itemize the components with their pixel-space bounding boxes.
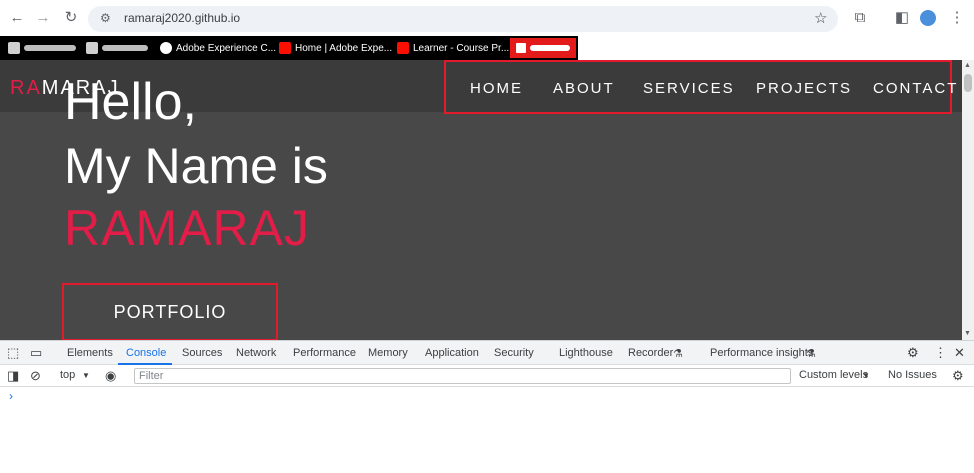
issues-counter[interactable]: No Issues [888, 369, 937, 381]
log-levels-dropdown[interactable]: Custom levels [799, 369, 868, 381]
nav-home[interactable]: HOME [470, 80, 523, 97]
tab-recorder[interactable]: Recorder [628, 347, 673, 359]
portfolio-button[interactable]: PORTFOLIO [62, 283, 278, 340]
scroll-down-icon[interactable]: ▼ [964, 330, 971, 337]
devtools-tabbar: ⬚ ▭ Elements Console Sources Network Per… [0, 341, 974, 365]
bookmarks-bar: Adobe Experience C... Home | Adobe Expe.… [0, 36, 578, 60]
hero-subtitle: My Name is [64, 138, 328, 194]
logo-red-part: RA [10, 77, 42, 99]
blurred-favicon-icon [86, 42, 98, 54]
adobe-icon [279, 42, 291, 54]
bookmark-label: Adobe Experience C... [176, 42, 277, 54]
scroll-thumb[interactable] [964, 74, 972, 92]
chevron-down-icon[interactable]: ▼ [862, 371, 870, 380]
website-viewport: RAMARAJ Hello, My Name is RAMARAJ HOME A… [0, 60, 962, 340]
bookmark-star-icon[interactable]: ☆ [814, 9, 827, 27]
tab-performance-insights[interactable]: Performance insights [710, 347, 813, 359]
redacted-favicon-icon [516, 43, 526, 53]
settings-gear-icon[interactable]: ⚙ [907, 345, 919, 361]
device-toolbar-icon[interactable]: ▭ [30, 345, 42, 361]
page-scrollbar[interactable]: ▲ ▼ [962, 60, 974, 340]
tab-application[interactable]: Application [425, 347, 479, 359]
blurred-favicon-icon [8, 42, 20, 54]
browser-menu-icon[interactable]: ⋮ [948, 9, 966, 27]
nav-about[interactable]: ABOUT [553, 80, 615, 97]
tab-security[interactable]: Security [494, 347, 534, 359]
hero-greeting: Hello, [64, 73, 197, 131]
context-selector[interactable]: top [60, 369, 75, 381]
bookmark-item[interactable] [8, 40, 76, 56]
forward-icon[interactable]: → [34, 9, 52, 27]
nav-services[interactable]: SERVICES [643, 80, 735, 97]
sidebar-toggle-icon[interactable]: ◨ [7, 368, 19, 384]
redacted-bookmark[interactable] [510, 38, 576, 58]
blurred-label [24, 45, 76, 51]
side-panel-icon[interactable]: ◧ [893, 9, 911, 27]
tab-lighthouse[interactable]: Lighthouse [559, 347, 613, 359]
tab-memory[interactable]: Memory [368, 347, 408, 359]
console-filter-input[interactable]: Filter [134, 368, 791, 384]
bookmark-item[interactable]: Learner - Course Pr... [397, 40, 509, 56]
scroll-up-icon[interactable]: ▲ [964, 62, 971, 69]
flask-icon: ⚗ [806, 348, 816, 360]
bookmark-item[interactable] [86, 40, 148, 56]
console-prompt[interactable]: › [9, 389, 13, 403]
bookmark-label: Learner - Course Pr... [413, 42, 510, 54]
clear-console-icon[interactable]: ⊘ [30, 368, 41, 384]
eye-icon[interactable]: ◉ [105, 368, 116, 384]
inspect-element-icon[interactable]: ⬚ [7, 345, 19, 361]
more-options-icon[interactable]: ⋮ [934, 345, 947, 361]
console-settings-icon[interactable]: ⚙ [952, 368, 964, 384]
site-info-icon[interactable]: ⚙ [100, 11, 111, 25]
chevron-down-icon[interactable]: ▼ [82, 371, 90, 380]
hero-name: RAMARAJ [64, 200, 310, 256]
globe-icon [160, 42, 172, 54]
bookmark-label: Home | Adobe Expe... [295, 42, 393, 54]
address-bar[interactable]: ⚙ ramaraj2020.github.io ☆ [88, 6, 838, 32]
extensions-icon[interactable]: ⧉ [851, 9, 869, 27]
url-text: ramaraj2020.github.io [124, 11, 241, 25]
blurred-label [102, 45, 148, 51]
profile-avatar[interactable] [920, 10, 936, 26]
adobe-icon [397, 42, 409, 54]
bookmark-item[interactable]: Adobe Experience C... [160, 40, 276, 56]
back-icon[interactable]: ← [8, 9, 26, 27]
bookmark-item[interactable]: Home | Adobe Expe... [279, 40, 392, 56]
nav-projects[interactable]: PROJECTS [756, 80, 852, 97]
browser-toolbar: ← → ↻ ⚙ ramaraj2020.github.io ☆ ⧉ ◧ ⋮ [0, 0, 974, 36]
redacted-label [530, 45, 570, 51]
tab-sources[interactable]: Sources [182, 347, 222, 359]
tab-elements[interactable]: Elements [67, 347, 113, 359]
nav-contact[interactable]: CONTACT [873, 80, 958, 97]
console-toolbar: ◨ ⊘ top ▼ ◉ Filter Custom levels ▼ No Is… [0, 365, 974, 387]
reload-icon[interactable]: ↻ [62, 9, 80, 27]
flask-icon: ⚗ [673, 348, 683, 360]
devtools-panel: ⬚ ▭ Elements Console Sources Network Per… [0, 340, 974, 473]
close-devtools-icon[interactable]: ✕ [954, 345, 965, 361]
filter-placeholder: Filter [139, 370, 164, 382]
tab-console[interactable]: Console [126, 347, 166, 359]
tab-network[interactable]: Network [236, 347, 276, 359]
tab-performance[interactable]: Performance [293, 347, 356, 359]
